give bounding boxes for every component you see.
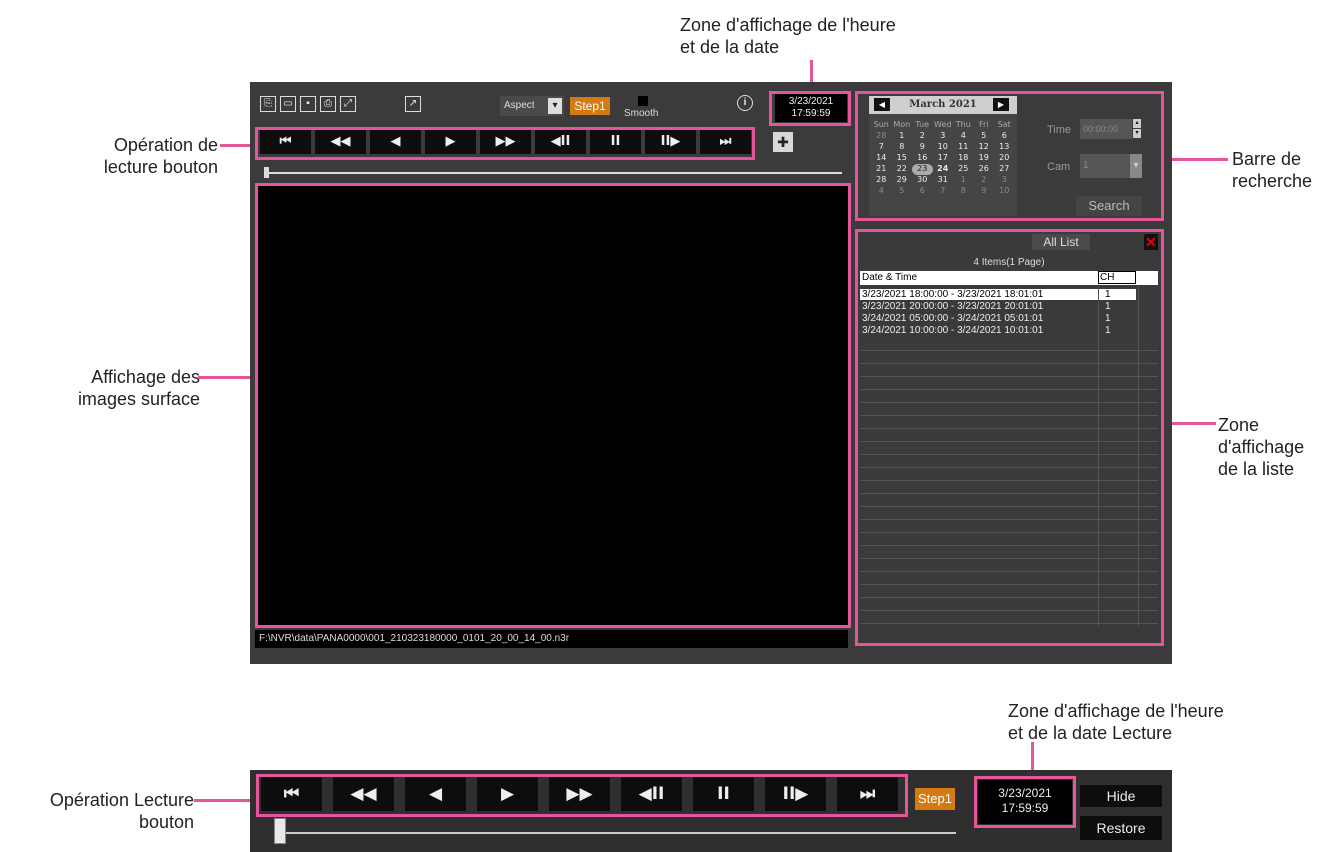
info-icon[interactable]: i bbox=[737, 95, 753, 111]
highlight-search-bar bbox=[855, 91, 1164, 221]
popup-window-icon[interactable]: ↗ bbox=[405, 96, 421, 112]
callout-bottom-playback-buttons: Opération Lecture bouton bbox=[49, 790, 194, 832]
hide-button[interactable]: Hide bbox=[1080, 785, 1162, 807]
highlight-datetime bbox=[769, 91, 851, 126]
seek-track[interactable] bbox=[266, 172, 842, 174]
open-file-icon[interactable]: ⎘ bbox=[260, 96, 276, 112]
restore-button[interactable]: Restore bbox=[1080, 816, 1162, 840]
callout-datetime-playback-zone: Zone d'affichage de l'heure et de la dat… bbox=[1008, 701, 1224, 743]
callout-search-bar: Barre de recherche bbox=[1232, 149, 1313, 191]
file-path: F:\NVR\data\PANA0000\001_210323180000_01… bbox=[255, 630, 848, 648]
highlight-bottom-datetime bbox=[974, 776, 1076, 828]
aspect-label: Aspect bbox=[504, 100, 535, 111]
smooth-checkbox[interactable] bbox=[638, 96, 648, 106]
callout-list-zone: Zone d'affichage de la liste bbox=[1218, 415, 1305, 479]
seek-handle[interactable] bbox=[264, 167, 269, 178]
highlight-image-display bbox=[255, 183, 851, 628]
seek-track[interactable] bbox=[274, 832, 956, 834]
callout-datetime-zone: Zone d'affichage de l'heure et de la dat… bbox=[680, 15, 896, 57]
callout-image-display: Affichage des images surface bbox=[77, 367, 200, 409]
aspect-select[interactable]: Aspect ▾ bbox=[500, 96, 564, 116]
step-button[interactable]: Step1 bbox=[570, 97, 610, 115]
fullscreen-icon[interactable]: ⤢ bbox=[340, 96, 356, 112]
seek-handle[interactable] bbox=[274, 818, 286, 844]
puzzle-icon[interactable]: ✚ bbox=[773, 132, 793, 152]
callout-playback-buttons: Opération de lecture bouton bbox=[103, 135, 218, 177]
smooth-label: Smooth bbox=[624, 108, 659, 119]
chevron-down-icon[interactable]: ▾ bbox=[548, 98, 562, 114]
save-icon[interactable]: ▪ bbox=[300, 96, 316, 112]
highlight-bottom-playback-buttons bbox=[256, 774, 908, 817]
print-icon[interactable]: ⎙ bbox=[320, 96, 336, 112]
step-button[interactable]: Step1 bbox=[915, 788, 955, 810]
highlight-list bbox=[855, 229, 1164, 646]
open-folder-icon[interactable]: ▭ bbox=[280, 96, 296, 112]
highlight-playback-buttons bbox=[255, 127, 755, 160]
